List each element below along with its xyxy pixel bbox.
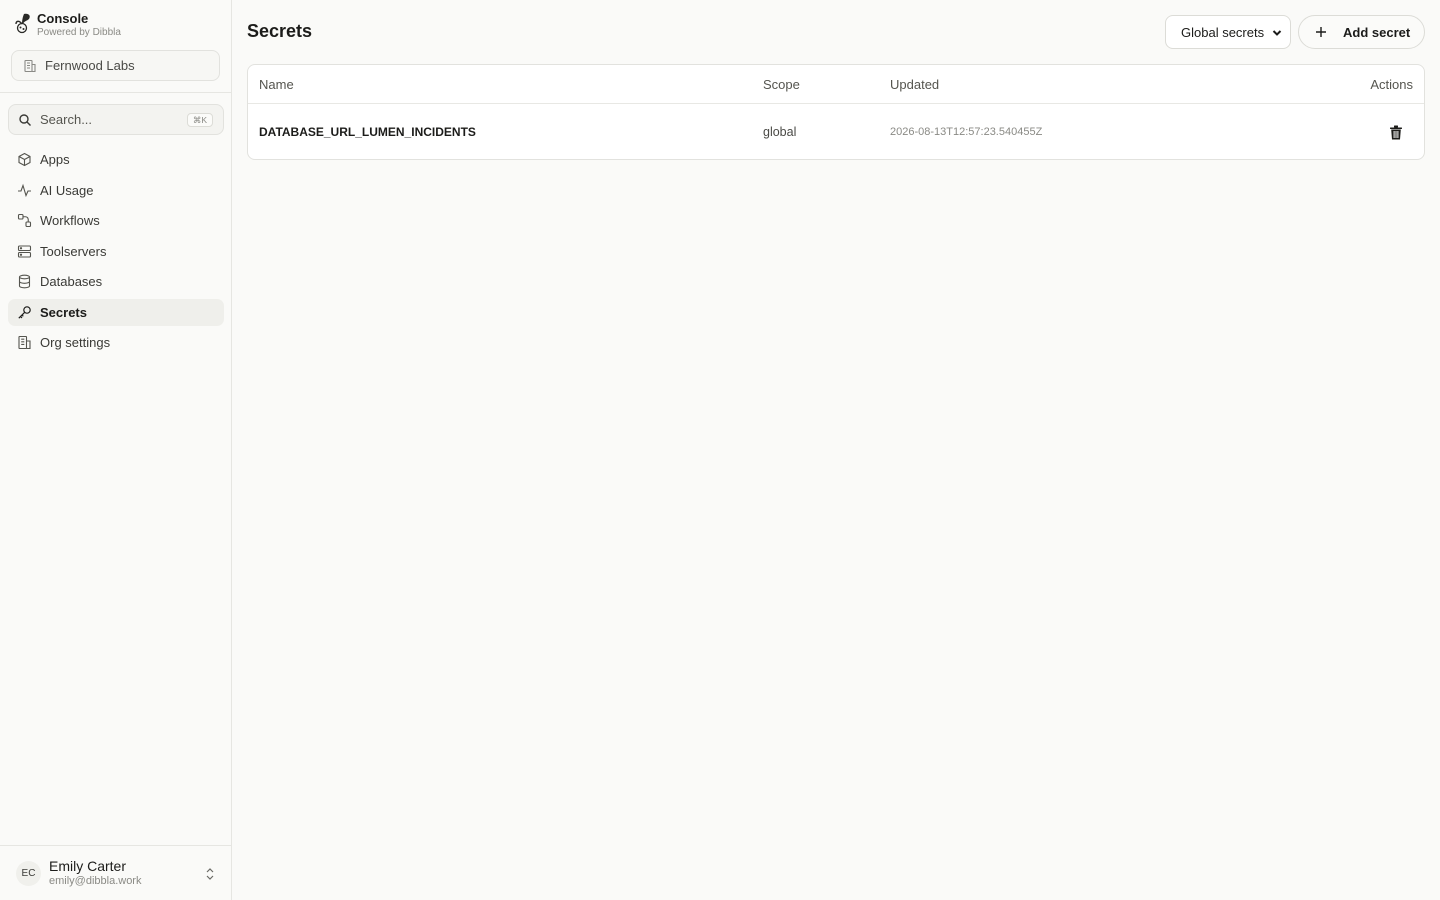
sidebar-item-label: AI Usage (40, 182, 94, 198)
brand-title: Console (37, 11, 89, 26)
table-row[interactable]: DATABASE_URL_LUMEN_INCIDENTS global 2026… (248, 104, 1424, 159)
secret-name: DATABASE_URL_LUMEN_INCIDENTS (259, 125, 476, 139)
database-icon (18, 274, 31, 289)
server-icon (17, 244, 32, 258)
search-shortcut: ⌘K (186, 113, 213, 127)
user-name: Emily Carter (49, 858, 127, 874)
brand[interactable]: Console Powered by Dibbla (0, 0, 231, 42)
column-header-name: Name (259, 76, 294, 92)
building-icon (18, 335, 31, 350)
secret-scope: global (763, 125, 797, 139)
sidebar-item-label: Org settings (40, 335, 111, 350)
column-header-updated: Updated (890, 76, 940, 92)
box-icon (18, 152, 31, 167)
sidebar-item-databases[interactable]: Databases (8, 268, 224, 295)
main-content: Secrets Global secrets Add secret Name S… (232, 0, 1440, 900)
search-icon (19, 113, 31, 126)
building-icon (24, 59, 36, 72)
sidebar-item-label: Toolservers (40, 243, 107, 259)
sidebar-item-workflows[interactable]: Workflows (8, 207, 224, 234)
chevron-down-icon (1272, 30, 1282, 36)
secrets-table: Name Scope Updated Actions DATABASE_URL_… (247, 64, 1425, 160)
sidebar-item-label: Workflows (40, 213, 100, 228)
leaf-logo-icon (15, 13, 30, 34)
add-secret-label: Add secret (1343, 24, 1411, 40)
delete-secret-button[interactable] (1389, 104, 1403, 159)
table-header: Name Scope Updated Actions (248, 65, 1424, 104)
key-icon (18, 305, 31, 319)
activity-icon (18, 183, 31, 197)
org-switcher[interactable]: Fernwood Labs (11, 50, 220, 81)
sidebar-item-secrets[interactable]: Secrets (8, 298, 224, 326)
sidebar-item-label: Apps (40, 152, 70, 167)
secret-updated: 2026-08-13T12:57:23.540455Z (890, 126, 1043, 138)
sidebar-item-org-settings[interactable]: Org settings (8, 329, 224, 356)
user-menu[interactable]: EC Emily Carter emily@dibbla.work (0, 845, 231, 900)
sidebar-item-apps[interactable]: Apps (8, 146, 224, 173)
avatar: EC (16, 860, 41, 886)
trash-icon (1390, 125, 1402, 139)
scope-select[interactable]: Global secrets (1165, 15, 1291, 49)
search-placeholder: Search... (40, 112, 93, 127)
sidebar: Console Powered by Dibbla Fernwood Labs … (0, 0, 232, 900)
brand-subtitle: Powered by Dibbla (37, 27, 121, 38)
sidebar-item-ai-usage[interactable]: AI Usage (8, 177, 224, 204)
page-title: Secrets (247, 21, 313, 41)
plus-icon (1316, 27, 1326, 37)
column-header-scope: Scope (763, 76, 800, 92)
user-email: emily@dibbla.work (49, 875, 142, 887)
org-name: Fernwood Labs (45, 58, 135, 73)
sidebar-nav: Apps AI Usage Workflows Toolservers Data… (8, 146, 224, 360)
chevron-up-down-icon (206, 868, 214, 880)
workflow-icon (17, 213, 32, 228)
sidebar-divider (0, 92, 231, 93)
sidebar-item-label: Secrets (40, 304, 87, 320)
add-secret-button[interactable]: Add secret (1298, 15, 1425, 49)
search-input[interactable]: Search... ⌘K (8, 104, 224, 135)
sidebar-item-label: Databases (40, 274, 103, 289)
column-header-actions: Actions (1370, 76, 1413, 92)
sidebar-item-toolservers[interactable]: Toolservers (8, 238, 224, 265)
scope-select-value: Global secrets (1181, 24, 1265, 40)
